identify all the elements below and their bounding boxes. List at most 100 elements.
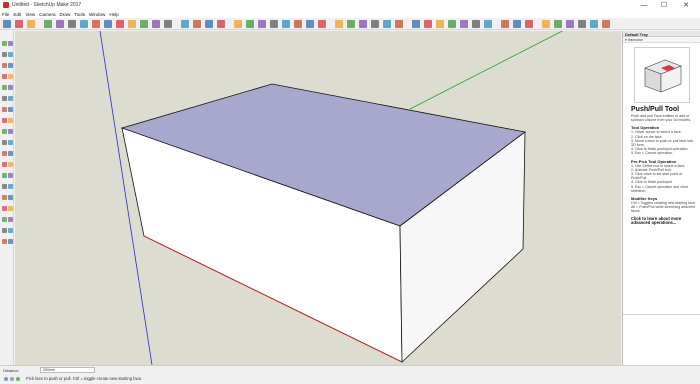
right-view-icon[interactable] xyxy=(371,20,379,28)
orbit-icon[interactable] xyxy=(8,173,13,178)
user-icon[interactable] xyxy=(16,377,20,381)
undo-icon[interactable] xyxy=(128,20,136,28)
sandbox-icon[interactable] xyxy=(8,228,13,233)
model-canvas[interactable] xyxy=(15,31,621,365)
paste-icon[interactable] xyxy=(104,20,112,28)
section-plane-icon[interactable] xyxy=(2,228,7,233)
wireframe-icon[interactable] xyxy=(436,20,444,28)
print-icon[interactable] xyxy=(152,20,160,28)
menu-window[interactable]: Window xyxy=(89,12,105,17)
push-pull-icon[interactable] xyxy=(2,107,7,112)
redo-icon[interactable] xyxy=(140,20,148,28)
previous-icon[interactable] xyxy=(2,206,7,211)
menu-help[interactable]: Help xyxy=(109,12,118,17)
share-model-icon[interactable] xyxy=(193,20,201,28)
3d-text-icon[interactable] xyxy=(602,20,610,28)
new-file-icon[interactable] xyxy=(44,20,52,28)
minimize-button[interactable]: — xyxy=(636,0,652,10)
cut-icon[interactable] xyxy=(80,20,88,28)
arc-icon[interactable] xyxy=(2,85,7,90)
erase-icon[interactable] xyxy=(116,20,124,28)
shaded-textures-icon[interactable] xyxy=(472,20,480,28)
rotate-icon[interactable] xyxy=(246,20,254,28)
hidden-line-icon[interactable] xyxy=(448,20,456,28)
menu-file[interactable]: File xyxy=(2,12,9,17)
display-section-planes-icon[interactable] xyxy=(513,20,521,28)
orbit-icon[interactable] xyxy=(282,20,290,28)
close-button[interactable]: ✕ xyxy=(678,0,694,10)
offset-icon[interactable] xyxy=(8,129,13,134)
zoom-icon[interactable] xyxy=(8,184,13,189)
rotate-icon[interactable] xyxy=(8,118,13,123)
axes-icon[interactable] xyxy=(590,20,598,28)
circle-icon[interactable] xyxy=(2,74,7,79)
zoom-window-icon[interactable] xyxy=(2,195,7,200)
shaded-icon[interactable] xyxy=(460,20,468,28)
monochrome-icon[interactable] xyxy=(484,20,492,28)
layout-icon[interactable] xyxy=(217,20,225,28)
iso-view-icon[interactable] xyxy=(335,20,343,28)
position-camera-icon[interactable] xyxy=(8,206,13,211)
maximize-button[interactable]: ☐ xyxy=(656,0,672,10)
dimension-icon[interactable] xyxy=(554,20,562,28)
text-icon[interactable] xyxy=(8,151,13,156)
menu-tools[interactable]: Tools xyxy=(74,12,85,17)
tape-measure-icon[interactable] xyxy=(542,20,550,28)
select-tool-icon[interactable] xyxy=(3,20,11,28)
2pt-arc-icon[interactable] xyxy=(8,85,13,90)
instructor-panel-header[interactable]: ▾ Instructor xyxy=(623,37,700,43)
eraser-tool-icon[interactable] xyxy=(15,20,23,28)
zoom-extents-icon[interactable] xyxy=(8,195,13,200)
3d-warehouse-icon[interactable] xyxy=(181,20,189,28)
xray-icon[interactable] xyxy=(412,20,420,28)
measurements-box[interactable]: 200mm xyxy=(40,367,95,373)
extension-warehouse-icon[interactable] xyxy=(205,20,213,28)
pan-icon[interactable] xyxy=(294,20,302,28)
left-view-icon[interactable] xyxy=(395,20,403,28)
pie-icon[interactable] xyxy=(8,96,13,101)
protractor-icon[interactable] xyxy=(566,20,574,28)
credits-icon[interactable] xyxy=(10,377,14,381)
polygon-icon[interactable] xyxy=(8,74,13,79)
move-icon[interactable] xyxy=(234,20,242,28)
save-file-icon[interactable] xyxy=(68,20,76,28)
toggle-terrain-icon[interactable] xyxy=(8,239,13,244)
paint-bucket-icon[interactable] xyxy=(2,173,7,178)
scale-icon[interactable] xyxy=(2,129,7,134)
dimension-icon[interactable] xyxy=(8,140,13,145)
display-section-cuts-icon[interactable] xyxy=(525,20,533,28)
menu-view[interactable]: View xyxy=(25,12,35,17)
model-info-icon[interactable] xyxy=(164,20,172,28)
section-plane-icon[interactable] xyxy=(501,20,509,28)
add-location-icon[interactable] xyxy=(2,239,7,244)
menu-draw[interactable]: Draw xyxy=(60,12,71,17)
push-pull-icon[interactable] xyxy=(270,20,278,28)
freehand-icon[interactable] xyxy=(8,52,13,57)
paint-bucket-tool-icon[interactable] xyxy=(27,20,35,28)
follow-me-icon[interactable] xyxy=(8,107,13,112)
menu-camera[interactable]: Camera xyxy=(39,12,55,17)
zoom-icon[interactable] xyxy=(306,20,314,28)
open-file-icon[interactable] xyxy=(56,20,64,28)
tape-measure-icon[interactable] xyxy=(2,140,7,145)
line-icon[interactable] xyxy=(2,52,7,57)
3pt-arc-icon[interactable] xyxy=(2,96,7,101)
rectangle-icon[interactable] xyxy=(2,63,7,68)
menu-edit[interactable]: Edit xyxy=(13,12,21,17)
back-edges-icon[interactable] xyxy=(424,20,432,28)
walk-icon[interactable] xyxy=(8,217,13,222)
back-view-icon[interactable] xyxy=(383,20,391,28)
drawing-viewport[interactable] xyxy=(15,31,621,365)
copy-icon[interactable] xyxy=(92,20,100,28)
look-around-icon[interactable] xyxy=(2,217,7,222)
eraser-icon[interactable] xyxy=(8,41,13,46)
text-icon[interactable] xyxy=(578,20,586,28)
zoom-extents-icon[interactable] xyxy=(318,20,326,28)
scale-icon[interactable] xyxy=(258,20,266,28)
move-icon[interactable] xyxy=(2,118,7,123)
select-icon[interactable] xyxy=(2,41,7,46)
learn-more-link[interactable]: Click to learn about more advanced opera… xyxy=(631,216,697,227)
rotated-rectangle-icon[interactable] xyxy=(8,63,13,68)
protractor-icon[interactable] xyxy=(2,151,7,156)
top-view-icon[interactable] xyxy=(347,20,355,28)
